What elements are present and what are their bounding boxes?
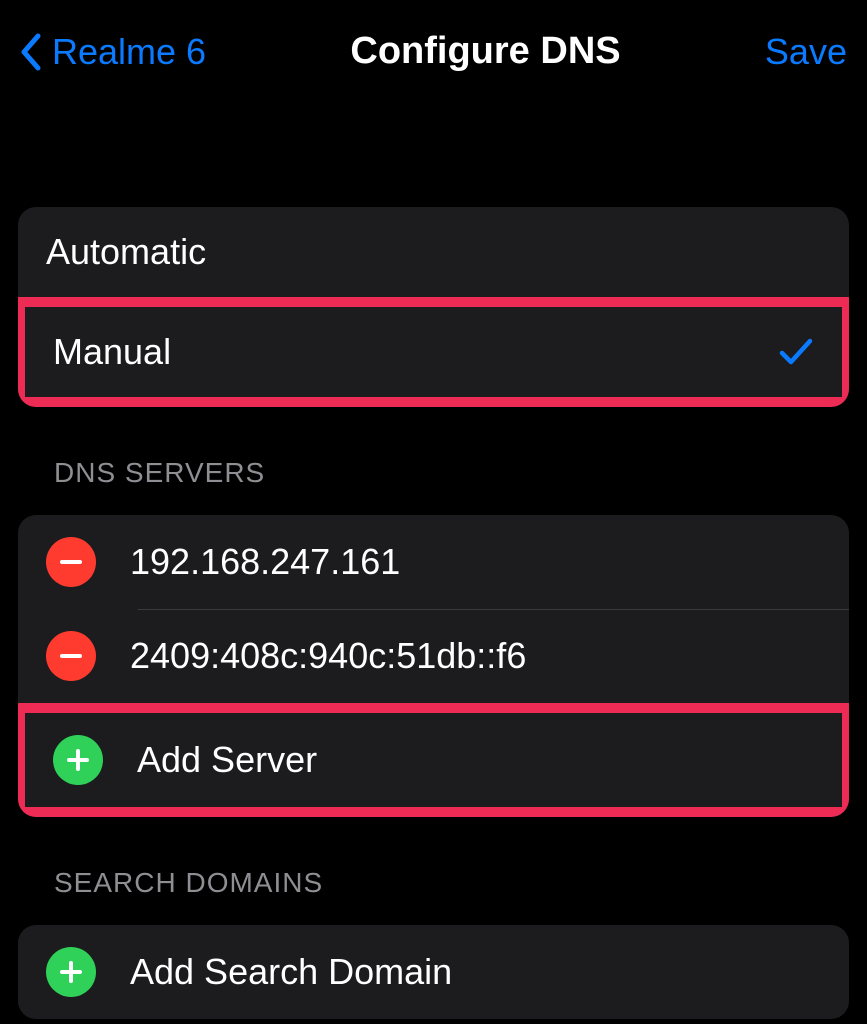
checkmark-icon <box>778 334 814 370</box>
mode-automatic-row[interactable]: Automatic <box>18 207 849 297</box>
remove-server-button[interactable] <box>46 631 96 681</box>
add-search-domain-row[interactable]: Add Search Domain <box>18 925 849 1019</box>
mode-group: Automatic Manual <box>18 207 849 407</box>
remove-server-button[interactable] <box>46 537 96 587</box>
add-server-label: Add Server <box>137 739 317 781</box>
highlight-box: Add Server <box>18 703 849 817</box>
minus-icon <box>58 549 84 575</box>
dns-servers-header: DNS SERVERS <box>18 407 849 503</box>
add-search-domain-button[interactable] <box>46 947 96 997</box>
add-server-button[interactable] <box>53 735 103 785</box>
save-button[interactable]: Save <box>765 31 847 73</box>
mode-automatic-label: Automatic <box>46 231 206 273</box>
highlight-box: Manual <box>18 297 849 407</box>
header: Realme 6 Configure DNS Save <box>0 0 867 103</box>
dns-servers-section: DNS SERVERS 192.168.247.161 2409:408c:94… <box>18 407 849 817</box>
back-button[interactable]: Realme 6 <box>10 31 206 73</box>
mode-manual-row[interactable]: Manual <box>25 307 842 397</box>
dns-mode-section: Automatic Manual <box>18 207 849 407</box>
dns-server-value: 192.168.247.161 <box>130 541 400 583</box>
add-server-row[interactable]: Add Server <box>25 713 842 807</box>
mode-manual-label: Manual <box>53 331 171 373</box>
dns-server-row[interactable]: 2409:408c:940c:51db::f6 <box>18 609 849 703</box>
search-domains-header: SEARCH DOMAINS <box>18 817 849 913</box>
minus-icon <box>58 643 84 669</box>
chevron-left-icon <box>18 32 42 72</box>
plus-icon <box>58 959 84 985</box>
dns-servers-group: 192.168.247.161 2409:408c:940c:51db::f6 … <box>18 515 849 817</box>
dns-server-value: 2409:408c:940c:51db::f6 <box>130 635 526 677</box>
search-domains-section: SEARCH DOMAINS Add Search Domain <box>18 817 849 1019</box>
back-label: Realme 6 <box>52 31 206 73</box>
add-search-domain-label: Add Search Domain <box>130 951 452 993</box>
dns-server-row[interactable]: 192.168.247.161 <box>18 515 849 609</box>
plus-icon <box>65 747 91 773</box>
search-domains-group: Add Search Domain <box>18 925 849 1019</box>
page-title: Configure DNS <box>350 30 620 73</box>
